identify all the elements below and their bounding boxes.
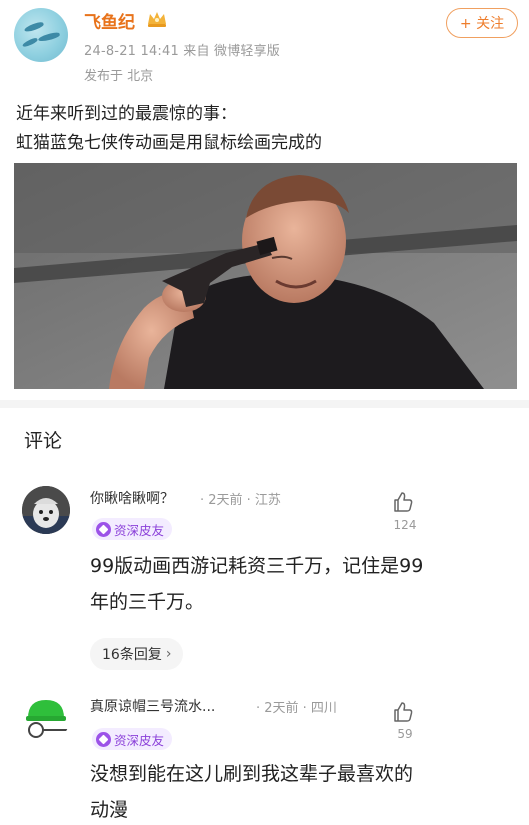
post-text-line: 近年来听到过的最震惊的事：	[16, 104, 237, 124]
post-image[interactable]	[14, 163, 517, 389]
comment-item: 你瞅啥瞅啊？ · 2天前 · 江苏 资深皮友 124 99版动画西游记耗资三千万…	[0, 484, 529, 674]
comment-body-line: 年的三千万。	[90, 591, 205, 613]
post-header: 飞鱼纪 24-8-21 14:41 来自 微博轻享版 发布于 北京 + 关注	[0, 0, 529, 92]
post-text: 近年来听到过的最震惊的事： 虹猫蓝兔七侠传动画是用鼠标绘画完成的	[16, 100, 516, 158]
view-replies-button[interactable]: 16条回复 ›	[90, 638, 184, 670]
commenter-name[interactable]: 真原谅帽三号流水...	[90, 696, 215, 716]
like-count: 124	[393, 518, 417, 532]
comment-body: 没想到能在这儿刷到我这辈子最喜欢的 动漫	[90, 756, 510, 825]
badge-label: 资深皮友	[114, 732, 165, 748]
comment-meta: · 2天前 · 江苏	[200, 493, 281, 508]
comment-meta: · 2天前 · 四川	[256, 701, 337, 716]
chevron-right-icon: ›	[165, 646, 172, 662]
user-badge: 资深皮友	[92, 518, 173, 540]
like-count: 59	[397, 727, 413, 741]
section-divider	[0, 400, 529, 408]
commenter-name[interactable]: 你瞅啥瞅啊？	[90, 488, 174, 508]
badge-label: 资深皮友	[114, 522, 165, 538]
comments-title: 评论	[24, 430, 63, 452]
reply-count-label: 16条回复	[102, 647, 162, 663]
author-avatar[interactable]	[14, 8, 68, 62]
badge-icon	[96, 521, 111, 537]
post-text-line: 虹猫蓝兔七侠传动画是用鼠标绘画完成的	[16, 133, 322, 153]
author-name[interactable]: 飞鱼纪	[84, 8, 135, 33]
comment-body-line: 动漫	[90, 799, 129, 821]
commenter-avatar[interactable]	[22, 486, 70, 534]
like-icon[interactable]	[391, 700, 415, 724]
crown-icon	[148, 12, 166, 27]
comment-item: 真原谅帽三号流水... · 2天前 · 四川 资深皮友 59 没想到能在这儿刷到…	[0, 692, 529, 825]
post-location: 发布于 北京	[84, 69, 154, 84]
post-time-source: 24-8-21 14:41 来自 微博轻享版	[84, 44, 280, 59]
like-icon[interactable]	[391, 490, 415, 514]
follow-button[interactable]: + 关注	[446, 8, 518, 38]
badge-icon	[96, 731, 111, 747]
comment-body-line: 99版动画西游记耗资三千万，记住是99	[90, 555, 424, 577]
user-badge: 资深皮友	[92, 728, 173, 750]
comment-body-line: 没想到能在这儿刷到我这辈子最喜欢的	[90, 763, 414, 785]
comment-body: 99版动画西游记耗资三千万，记住是99 年的三千万。	[90, 548, 510, 620]
commenter-avatar[interactable]	[22, 694, 70, 742]
